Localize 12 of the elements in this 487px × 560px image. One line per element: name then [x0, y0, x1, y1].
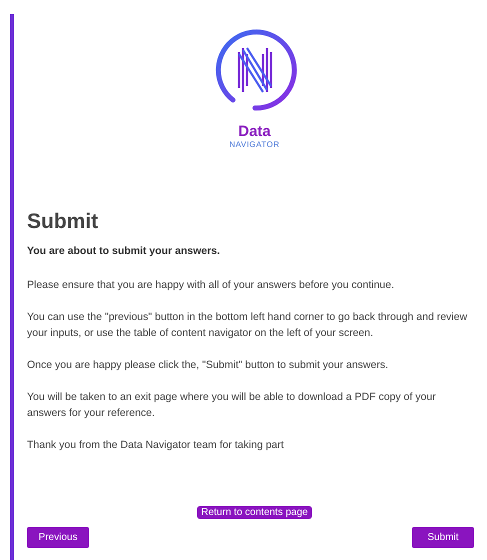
body-text: Thank you from the Data Navigator team for taking part	[27, 438, 285, 453]
intro-text: You are about to submit your answers.	[27, 244, 221, 259]
return-to-contents-link[interactable]: Return to contents page	[197, 506, 312, 519]
logo-title: Data	[238, 124, 271, 140]
page-heading: Submit	[27, 210, 100, 234]
logo-subtitle: NAVIGATOR	[229, 140, 280, 150]
previous-button[interactable]: Previous	[27, 527, 89, 548]
body-text: You will be taken to an exit page where you will be able to download a PDF copy of your answers for your reference.	[27, 390, 437, 421]
body-text: Once you are happy please click the, "Submit" button to submit your answers.	[27, 358, 390, 373]
body-text: You can use the "previous" button in the bottom left hand corner to go back through and review your inputs, or use the table of content navigator on the left of your screen.	[27, 310, 468, 341]
submit-button[interactable]: Submit	[412, 527, 474, 548]
body-text: Please ensure that you are happy with all of your answers before you continue.	[27, 278, 396, 293]
